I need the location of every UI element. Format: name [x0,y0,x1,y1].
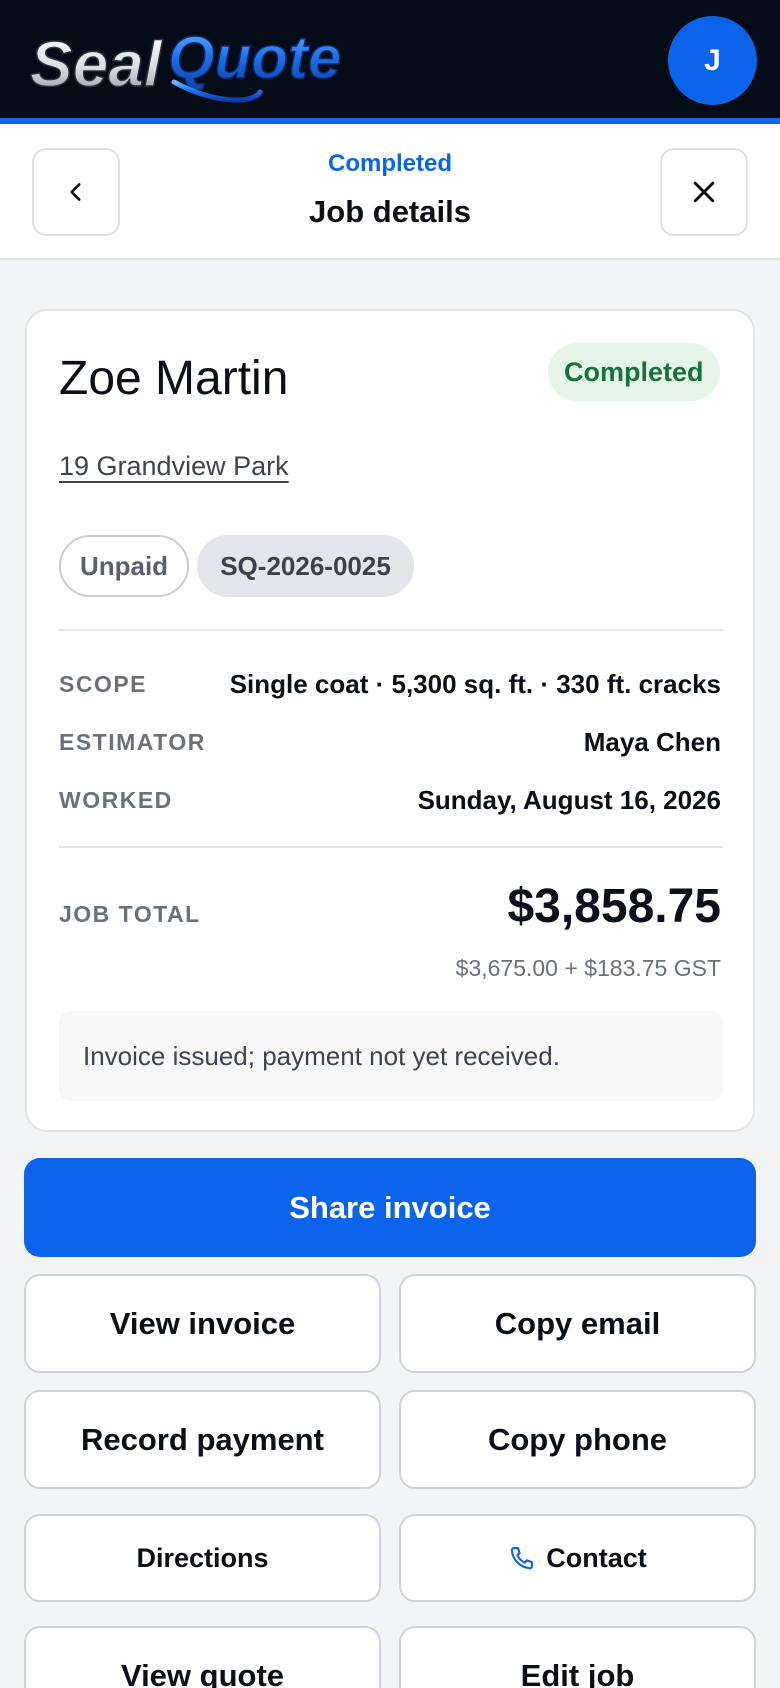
estimator-value: Maya Chen [583,727,721,757]
directions-button[interactable]: Directions [24,1514,381,1602]
view-quote-button[interactable]: View quote [24,1626,381,1688]
divider [59,846,723,848]
app-header: Seal Quote J [0,0,780,124]
logo-text-seal: Seal [30,28,163,100]
invoice-note: Invoice issued; payment not yet received… [59,1011,723,1101]
address-link[interactable]: 19 Grandview Park [59,451,289,482]
contact-label: Contact [546,1542,647,1573]
copy-email-button[interactable]: Copy email [399,1274,756,1373]
job-details-header: Completed Job details [0,124,780,260]
payment-status-chip: Unpaid [59,535,189,597]
copy-phone-button[interactable]: Copy phone [399,1390,756,1489]
worked-value: Sunday, August 16, 2026 [417,785,721,815]
status-badge: Completed [548,343,720,401]
view-invoice-button[interactable]: View invoice [24,1274,381,1373]
estimator-label: ESTIMATOR [59,729,206,755]
invoice-note-text: Invoice issued; payment not yet received… [83,1040,560,1071]
close-icon [693,181,715,203]
job-card: Zoe Martin Completed 19 Grandview Park U… [25,309,755,1132]
job-total-label: JOB TOTAL [59,901,201,927]
worked-label: WORKED [59,787,173,813]
contact-button[interactable]: Contact [399,1514,756,1602]
divider [59,629,723,631]
share-invoice-button[interactable]: Share invoice [24,1158,756,1257]
quote-id-chip: SQ-2026-0025 [197,535,414,597]
record-payment-button[interactable]: Record payment [24,1390,381,1489]
avatar-initial: J [704,43,721,77]
scope-label: SCOPE [59,671,148,697]
customer-name: Zoe Martin [59,352,289,405]
logo-text-quote: Quote [168,24,341,91]
user-avatar[interactable]: J [668,16,757,105]
tax-breakdown: $3,675.00 + $183.75 GST [455,955,721,981]
sealquote-logo[interactable]: Seal Quote [24,8,364,108]
phone-icon [508,1544,536,1572]
close-button[interactable] [660,148,748,236]
edit-job-button[interactable]: Edit job [399,1626,756,1688]
job-total-value: $3,858.75 [507,880,721,933]
scope-value: Single coat · 5,300 sq. ft. · 330 ft. cr… [229,669,721,699]
